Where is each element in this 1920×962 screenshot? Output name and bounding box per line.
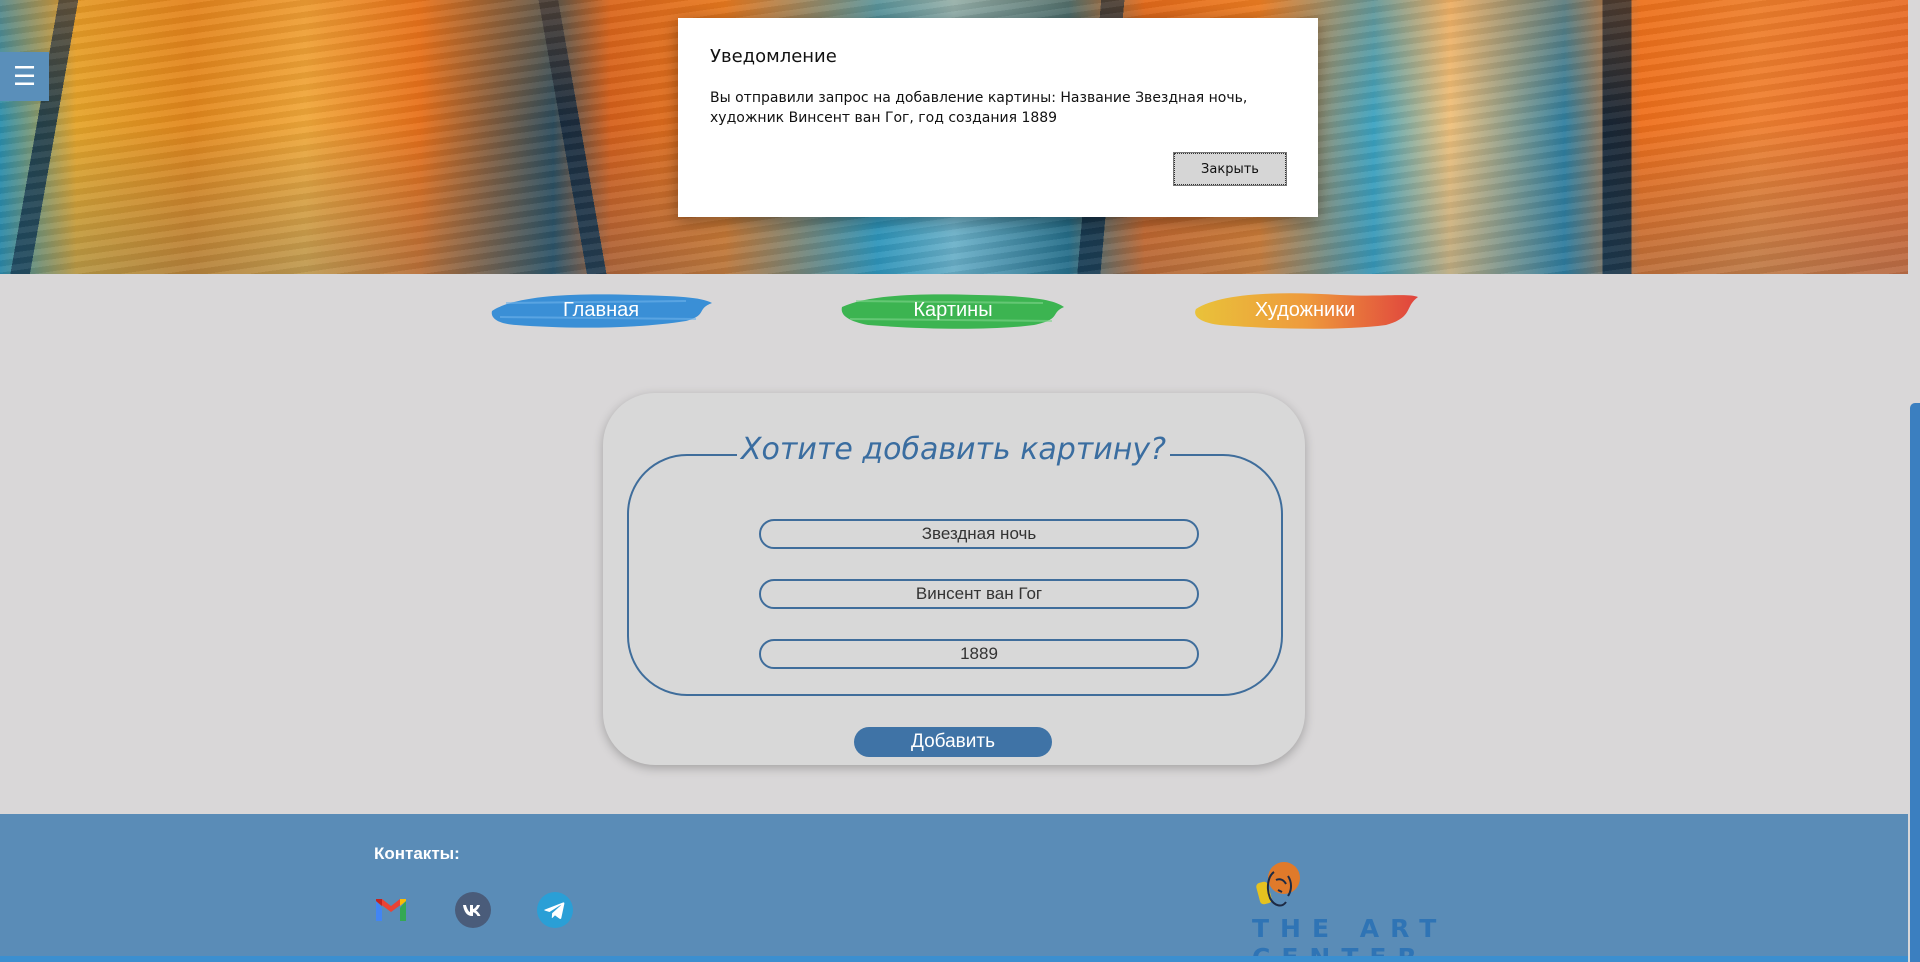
logo-face-icon bbox=[1256, 862, 1300, 907]
scrollbar-thumb[interactable] bbox=[1910, 403, 1920, 962]
artist-name-input[interactable]: Винсент ван Гог bbox=[759, 579, 1199, 609]
menu-button[interactable]: ☰ bbox=[0, 52, 49, 101]
hamburger-icon: ☰ bbox=[12, 61, 37, 91]
telegram-icon bbox=[537, 892, 573, 928]
form-fieldset: Звездная ночь Винсент ван Гог 1889 bbox=[627, 454, 1283, 696]
nav-paintings[interactable]: Картины bbox=[838, 287, 1068, 333]
logo-text: THE ART CENTER bbox=[1252, 914, 1448, 962]
form-legend: Хотите добавить картину? bbox=[737, 432, 1171, 467]
notification-dialog: Уведомление Вы отправили запрос на добав… bbox=[678, 18, 1318, 217]
contacts-title: Контакты: bbox=[374, 844, 460, 863]
year-input[interactable]: 1889 bbox=[759, 639, 1199, 669]
nav-artists[interactable]: Художники bbox=[1190, 287, 1420, 333]
dialog-close-button[interactable]: Закрыть bbox=[1173, 152, 1287, 186]
logo: THE ART CENTER bbox=[1252, 858, 1562, 962]
vk-icon bbox=[455, 892, 491, 928]
nav-artists-label: Художники bbox=[1254, 298, 1356, 321]
nav-home[interactable]: Главная bbox=[486, 287, 716, 333]
add-button[interactable]: Добавить bbox=[854, 727, 1052, 757]
nav-home-label: Главная bbox=[562, 298, 640, 321]
telegram-link[interactable] bbox=[537, 892, 573, 928]
dialog-title: Уведомление bbox=[710, 46, 837, 67]
dialog-message: Вы отправили запрос на добавление картин… bbox=[710, 90, 1248, 126]
vk-link[interactable] bbox=[455, 892, 491, 928]
add-painting-form: Звездная ночь Винсент ван Гог 1889 Хотит… bbox=[603, 393, 1305, 765]
footer-bottom-bar bbox=[0, 956, 1920, 962]
footer: Контакты: THE ART CENTER bbox=[0, 814, 1908, 962]
painting-title-input[interactable]: Звездная ночь bbox=[759, 519, 1199, 549]
gmail-link[interactable] bbox=[373, 892, 409, 928]
gmail-icon bbox=[376, 899, 406, 921]
nav-paintings-label: Картины bbox=[913, 298, 993, 321]
